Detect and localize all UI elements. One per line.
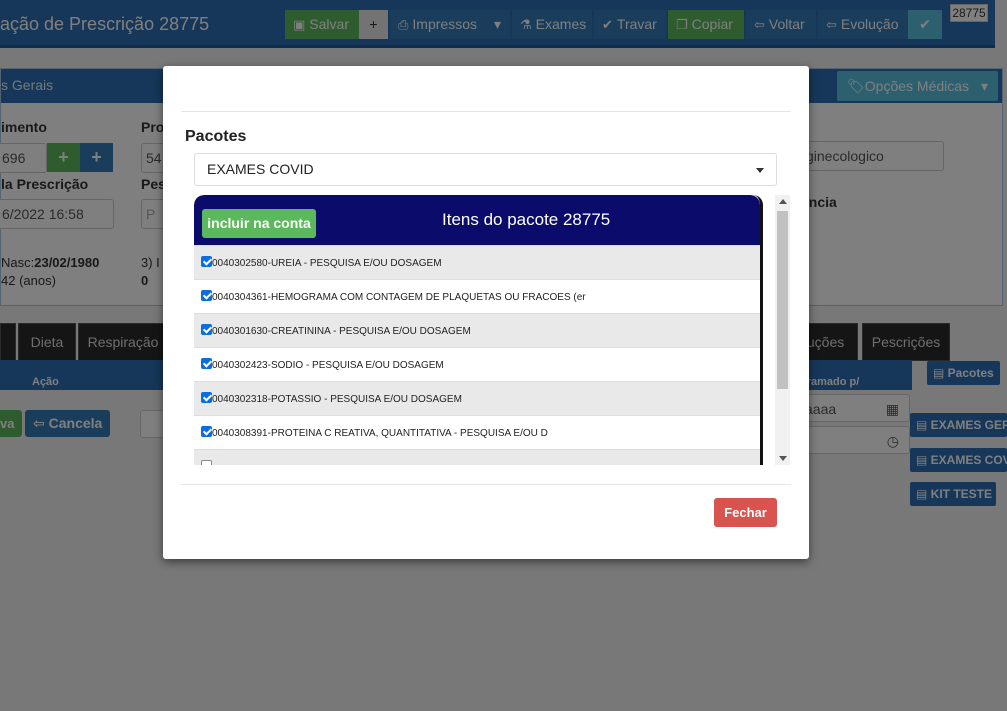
item-label: 0040302423-SODIO - PESQUISA E/OU DOSAGEM	[212, 360, 444, 371]
item-label: 0040302580-UREIA - PESQUISA E/OU DOSAGEM	[212, 258, 442, 269]
list-item: 0040304361-HEMOGRAMA COM CONTAGEM DE PLA…	[194, 279, 760, 313]
item-checkbox[interactable]	[201, 358, 212, 369]
pacotes-label: Pacotes	[185, 128, 247, 145]
item-checkbox[interactable]	[201, 460, 212, 465]
item-checkbox[interactable]	[201, 392, 212, 403]
modal-header-divider	[181, 111, 791, 112]
item-checkbox[interactable]	[201, 256, 212, 267]
list-item: 0040302423-SODIO - PESQUISA E/OU DOSAGEM	[194, 347, 760, 381]
list-item: 0040302580-UREIA - PESQUISA E/OU DOSAGEM	[194, 245, 760, 279]
scroll-up-arrow-icon[interactable]	[779, 199, 787, 204]
item-checkbox[interactable]	[201, 324, 212, 335]
modal-footer-divider	[181, 484, 791, 485]
items-header: incluir na conta Itens do pacote 28775	[194, 195, 760, 245]
item-label: 0040302318-POTASSIO - PESQUISA E/OU DOSA…	[212, 394, 462, 405]
scroll-thumb[interactable]	[777, 211, 788, 389]
items-title: Itens do pacote 28775	[442, 210, 611, 229]
pacotes-modal: Pacotes EXAMES COVID incluir na conta It…	[163, 66, 809, 559]
items-scrollbar[interactable]	[775, 195, 790, 465]
list-item: 0040308391-PROTEINA C REATIVA, QUANTITAT…	[194, 415, 760, 449]
list-item	[194, 449, 760, 465]
list-item: 0040302318-POTASSIO - PESQUISA E/OU DOSA…	[194, 381, 760, 415]
item-checkbox[interactable]	[201, 426, 212, 437]
fechar-button[interactable]: Fechar	[714, 498, 777, 527]
item-label: 0040301630-CREATININA - PESQUISA E/OU DO…	[212, 326, 471, 337]
package-items-list[interactable]: incluir na conta Itens do pacote 28775 0…	[194, 195, 763, 465]
caret-down-icon	[756, 168, 764, 173]
item-label: 0040304361-HEMOGRAMA COM CONTAGEM DE PLA…	[212, 292, 586, 303]
scroll-down-arrow-icon[interactable]	[779, 456, 787, 461]
item-label: 0040308391-PROTEINA C REATIVA, QUANTITAT…	[212, 428, 548, 439]
list-item: 0040301630-CREATININA - PESQUISA E/OU DO…	[194, 313, 760, 347]
incluir-na-conta-button[interactable]: incluir na conta	[202, 209, 316, 238]
item-checkbox[interactable]	[201, 290, 212, 301]
package-select[interactable]: EXAMES COVID	[194, 153, 777, 186]
